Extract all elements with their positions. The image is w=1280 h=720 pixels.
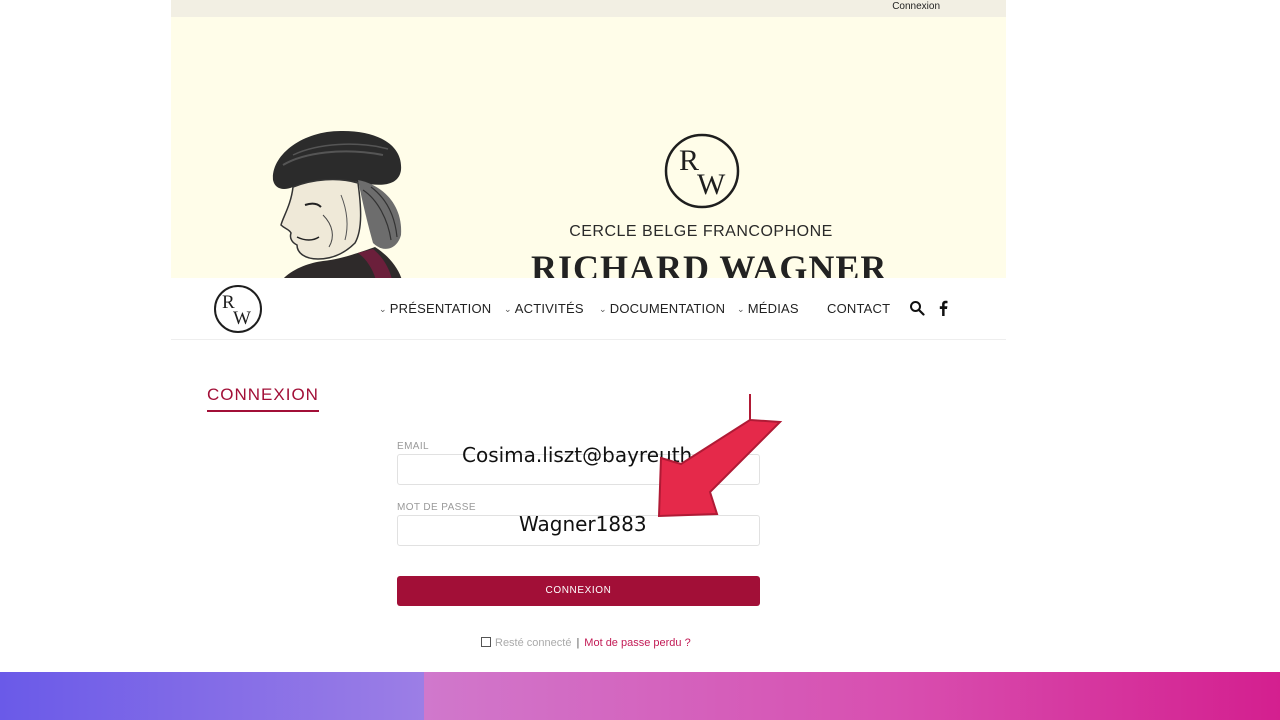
chevron-down-icon: ⌄ [737,304,745,314]
password-label: MOT DE PASSE [397,502,476,513]
website-frame: Connexion R W CERCLE BELGE FRANCOPHONE R… [171,0,1006,672]
remember-me-checkbox[interactable] [481,637,491,647]
nav-item-documentation[interactable]: ⌄ DOCUMENTATION [599,301,725,316]
banner-title: RICHARD WAGNER [531,248,888,278]
password-annotation-text: Wagner1883 [519,512,647,536]
remember-me-label[interactable]: Resté connecté [495,637,571,649]
banner-rw-logo: R W [664,133,740,209]
gradient-left-segment [0,672,424,720]
nav-item-presentation[interactable]: ⌄ PRÉSENTATION [379,301,491,316]
main-navigation: R W ⌄ PRÉSENTATION ⌄ ACTIVITÉS ⌄ DOCUMENTAT… [171,278,1006,340]
gradient-right-segment [424,672,1280,720]
svg-text:R: R [679,144,699,177]
facebook-icon[interactable] [937,300,949,316]
banner-subtitle: CERCLE BELGE FRANCOPHONE [569,223,833,240]
chevron-down-icon: ⌄ [504,304,512,314]
svg-text:W: W [697,168,726,201]
chevron-down-icon: ⌄ [379,304,387,314]
nav-item-label: DOCUMENTATION [609,301,726,316]
nav-item-medias[interactable]: ⌄ MÉDIAS [737,301,799,316]
email-label: EMAIL [397,441,430,452]
header-banner: R W CERCLE BELGE FRANCOPHONE RICHARD WAG… [171,17,1006,278]
nav-item-activites[interactable]: ⌄ ACTIVITÉS [504,301,584,316]
svg-text:W: W [233,308,251,329]
page-title: CONNEXION [207,385,319,412]
search-icon[interactable] [909,300,925,316]
login-submit-button[interactable]: CONNEXION [397,576,760,606]
pointer-arrow-icon [657,394,783,518]
top-bar: Connexion [171,0,1006,17]
nav-rw-logo[interactable]: R W [213,284,263,334]
nav-item-label: MÉDIAS [747,301,799,316]
lost-password-link[interactable]: Mot de passe perdu ? [584,637,690,649]
nav-item-label: CONTACT [827,301,891,316]
top-login-link[interactable]: Connexion [892,1,940,12]
wagner-portrait-image [272,130,402,278]
separator: | [576,637,580,649]
chevron-down-icon: ⌄ [599,304,607,314]
nav-item-label: ACTIVITÉS [514,301,584,316]
nav-item-contact[interactable]: CONTACT [827,301,890,316]
screen: Connexion R W CERCLE BELGE FRANCOPHONE R… [0,0,1280,720]
nav-item-label: PRÉSENTATION [389,301,492,316]
bottom-gradient-bar [0,672,1280,720]
login-options: Resté connecté | Mot de passe perdu ? [481,637,691,649]
